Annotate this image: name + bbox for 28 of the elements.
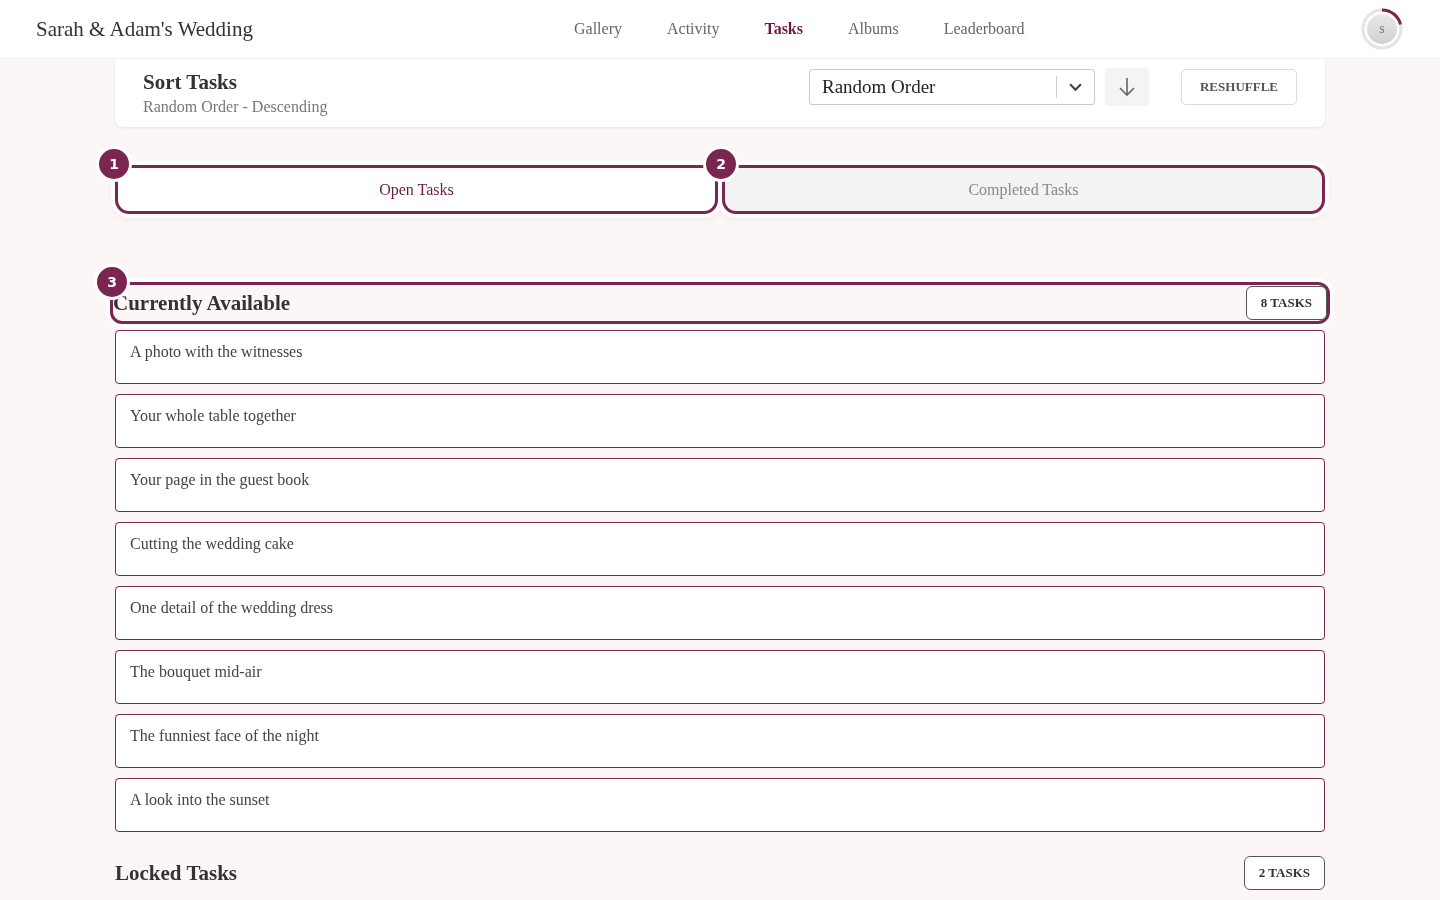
section-title: Sort Tasks	[143, 70, 238, 94]
chevron-down-icon	[1069, 82, 1082, 92]
task-count: 2 TASKS	[1243, 856, 1325, 890]
user-avatar[interactable]: S	[1367, 14, 1397, 44]
arrow-down-icon	[1119, 77, 1135, 97]
task-card[interactable]: One detail of the wedding dress	[115, 586, 1325, 640]
sort-select[interactable]: Random Order	[809, 69, 1095, 105]
site-title[interactable]: Sarah & Adam's Wedding	[36, 16, 253, 42]
step-badge: 1	[99, 149, 129, 179]
task-card[interactable]: The funniest face of the night	[115, 714, 1325, 768]
task-card[interactable]: A photo with the witnesses	[115, 330, 1325, 384]
step-badge: 2	[706, 149, 736, 179]
section-title: Locked Tasks	[115, 860, 237, 886]
sort-direction-button[interactable]	[1105, 68, 1149, 106]
reshuffle-button[interactable]: RESHUFFLE	[1181, 69, 1297, 105]
task-count: 8 TASKS	[1245, 286, 1327, 320]
task-card[interactable]: Your whole table together	[115, 394, 1325, 448]
task-card[interactable]: A look into the sunset	[115, 778, 1325, 832]
nav-link[interactable]: Gallery	[574, 20, 622, 38]
task-card[interactable]: Cutting the wedding cake	[115, 522, 1325, 576]
nav-link[interactable]: Tasks	[764, 20, 803, 38]
nav-link[interactable]: Activity	[667, 20, 720, 38]
nav-link[interactable]: Albums	[848, 20, 899, 38]
sort-description: Random Order - Descending	[143, 98, 328, 116]
nav-link[interactable]: Leaderboard	[943, 20, 1025, 38]
task-card[interactable]: Your page in the guest book	[115, 458, 1325, 512]
task-card[interactable]: The bouquet mid-air	[115, 650, 1325, 704]
step-badge: 3	[97, 267, 127, 297]
